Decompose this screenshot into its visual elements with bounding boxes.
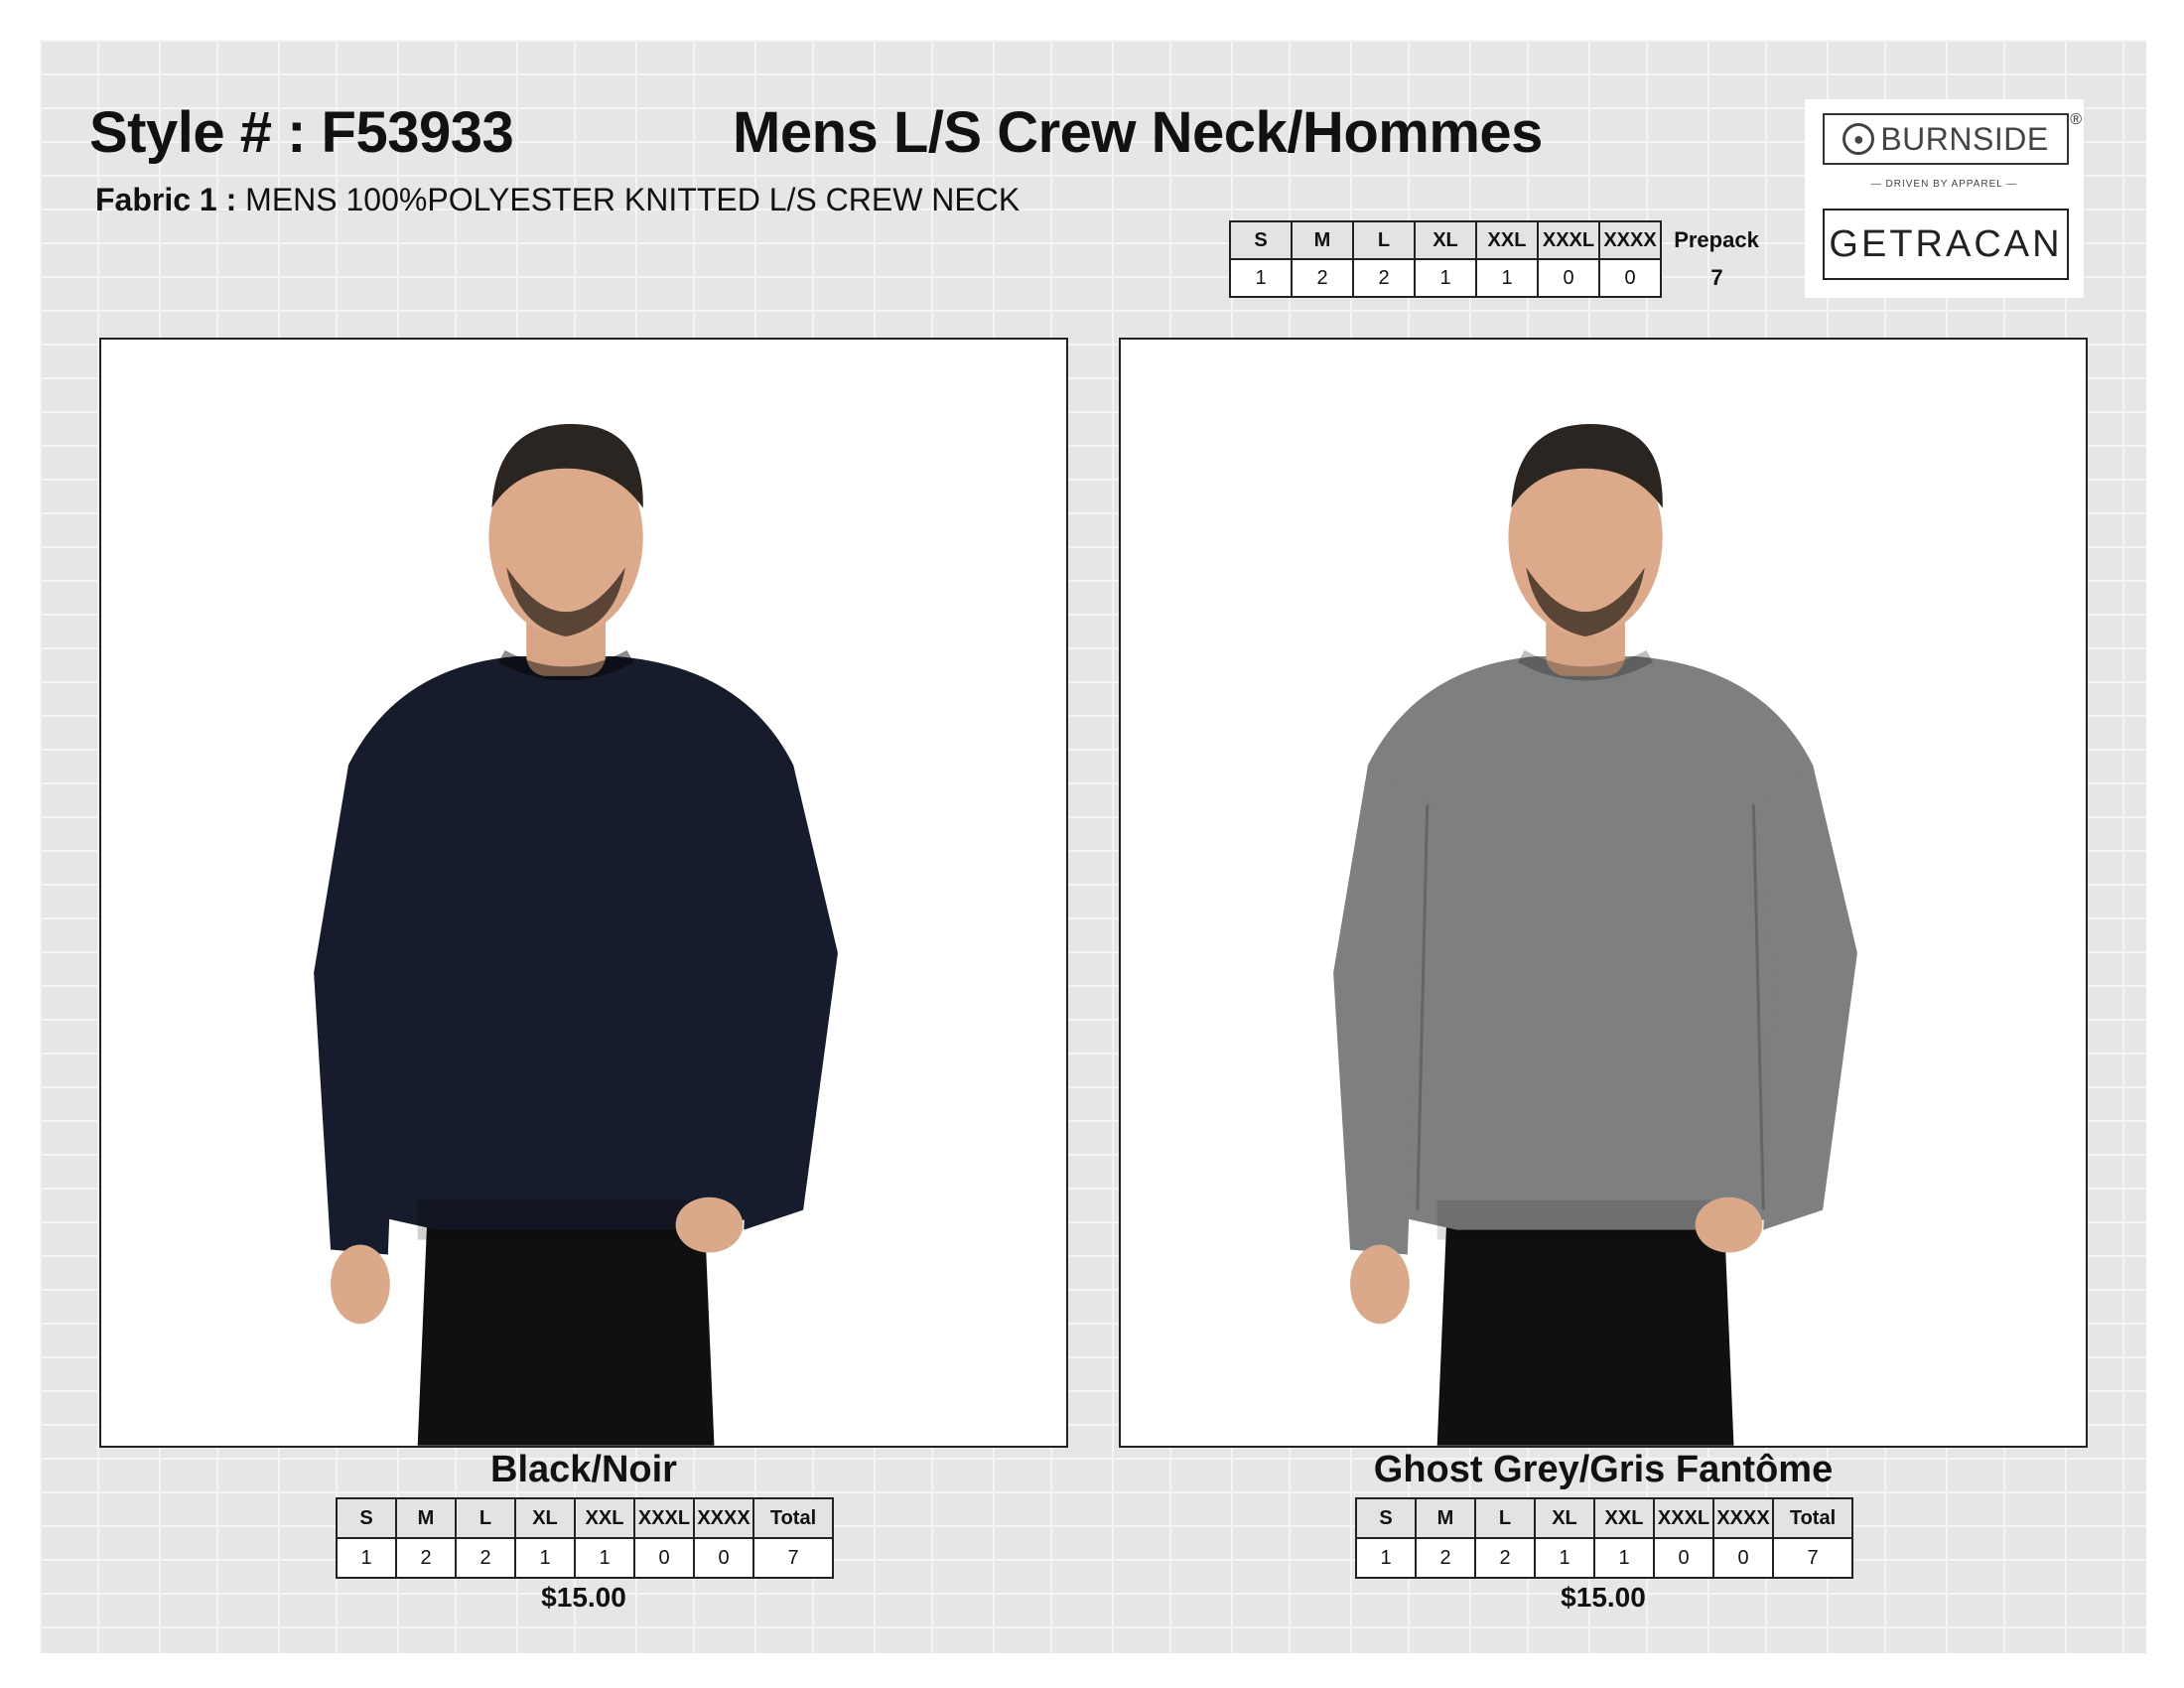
total-qty: 7 (1772, 1537, 1853, 1579)
price-black: $15.00 (541, 1582, 626, 1613)
size-header: L (1474, 1497, 1536, 1539)
flame-icon: ● (1843, 123, 1875, 155)
model-illustration-grey (1121, 340, 2086, 1446)
prepack-qty: 1 (1414, 258, 1477, 298)
size-header: M (1415, 1497, 1476, 1539)
size-header: S (1355, 1497, 1417, 1539)
size-qty: 2 (1415, 1537, 1476, 1579)
registered-mark: ® (2070, 111, 2082, 128)
size-qty: 1 (1355, 1537, 1417, 1579)
size-qty: 0 (693, 1537, 754, 1579)
color-name-grey: Ghost Grey/Gris Fantôme (1373, 1449, 1834, 1490)
product-photo-grey (1119, 338, 2088, 1448)
size-header: XXXL (633, 1497, 695, 1539)
burnside-wordmark: BURNSIDE (1880, 120, 2049, 157)
size-header: XXL (574, 1497, 635, 1539)
logo-tagline: — DRIVEN BY APPAREL — (1870, 179, 2018, 190)
prepack-size-header: XXXL (1537, 220, 1600, 260)
prepack-qty: 2 (1352, 258, 1416, 298)
page-title: Mens L/S Crew Neck/Hommes (733, 100, 1543, 165)
product-photo-black (99, 338, 1068, 1448)
total-header: Total (752, 1497, 834, 1539)
size-qty: 1 (574, 1537, 635, 1579)
prepack-label: Prepack (1674, 227, 1759, 252)
total-header: Total (1772, 1497, 1853, 1539)
prepack-size-header: XL (1414, 220, 1477, 260)
size-header: XXXX (1712, 1497, 1774, 1539)
prepack-size-header: XXL (1475, 220, 1539, 260)
size-table-grey: S M L XL XXL XXXL XXXX Total 1 2 2 1 1 0… (1355, 1497, 1853, 1579)
size-qty: 0 (633, 1537, 695, 1579)
size-header: S (336, 1497, 397, 1539)
size-qty: 2 (455, 1537, 516, 1579)
prepack-qty: 0 (1598, 258, 1662, 298)
size-qty: 1 (1593, 1537, 1655, 1579)
model-illustration-black (101, 340, 1066, 1446)
getracan-logo: GETRACAN (1823, 209, 2069, 280)
size-table-black: S M L XL XXL XXXL XXXX Total 1 2 2 1 1 0… (336, 1497, 834, 1579)
prepack-qty: 1 (1229, 258, 1293, 298)
prepack-qty: 1 (1475, 258, 1539, 298)
prepack-size-header: M (1291, 220, 1354, 260)
fabric-description: Fabric 1 : MENS 100%POLYESTER KNITTED L/… (95, 182, 1020, 218)
size-qty: 2 (1474, 1537, 1536, 1579)
prepack-total: 7 (1710, 265, 1723, 290)
prepack-qty: 0 (1537, 258, 1600, 298)
fabric-label: Fabric 1 : (95, 182, 237, 217)
style-number: Style # : F53933 (89, 100, 514, 165)
size-qty: 0 (1712, 1537, 1774, 1579)
size-header: XL (514, 1497, 576, 1539)
size-header: XXXX (693, 1497, 754, 1539)
size-qty: 1 (336, 1537, 397, 1579)
size-header: XXXL (1653, 1497, 1714, 1539)
prepack-size-header: XXXX (1598, 220, 1662, 260)
size-qty: 1 (1534, 1537, 1595, 1579)
price-grey: $15.00 (1561, 1582, 1646, 1613)
prepack-size-header: L (1352, 220, 1416, 260)
prepack-table: S M L XL XXL XXXL XXXX Prepack 1 2 2 1 1… (1229, 220, 1773, 298)
brand-logo-card: ● BURNSIDE ® — DRIVEN BY APPAREL — GETRA… (1805, 99, 2084, 298)
prepack-qty: 2 (1291, 258, 1354, 298)
size-qty: 1 (514, 1537, 576, 1579)
size-qty: 2 (395, 1537, 457, 1579)
prepack-size-header: S (1229, 220, 1293, 260)
size-header: M (395, 1497, 457, 1539)
size-header: XXL (1593, 1497, 1655, 1539)
fabric-value: MENS 100%POLYESTER KNITTED L/S CREW NECK (236, 182, 1021, 217)
size-header: L (455, 1497, 516, 1539)
color-name-black: Black/Noir (490, 1449, 677, 1490)
size-qty: 0 (1653, 1537, 1714, 1579)
burnside-logo: ● BURNSIDE (1823, 113, 2069, 165)
total-qty: 7 (752, 1537, 834, 1579)
size-header: XL (1534, 1497, 1595, 1539)
